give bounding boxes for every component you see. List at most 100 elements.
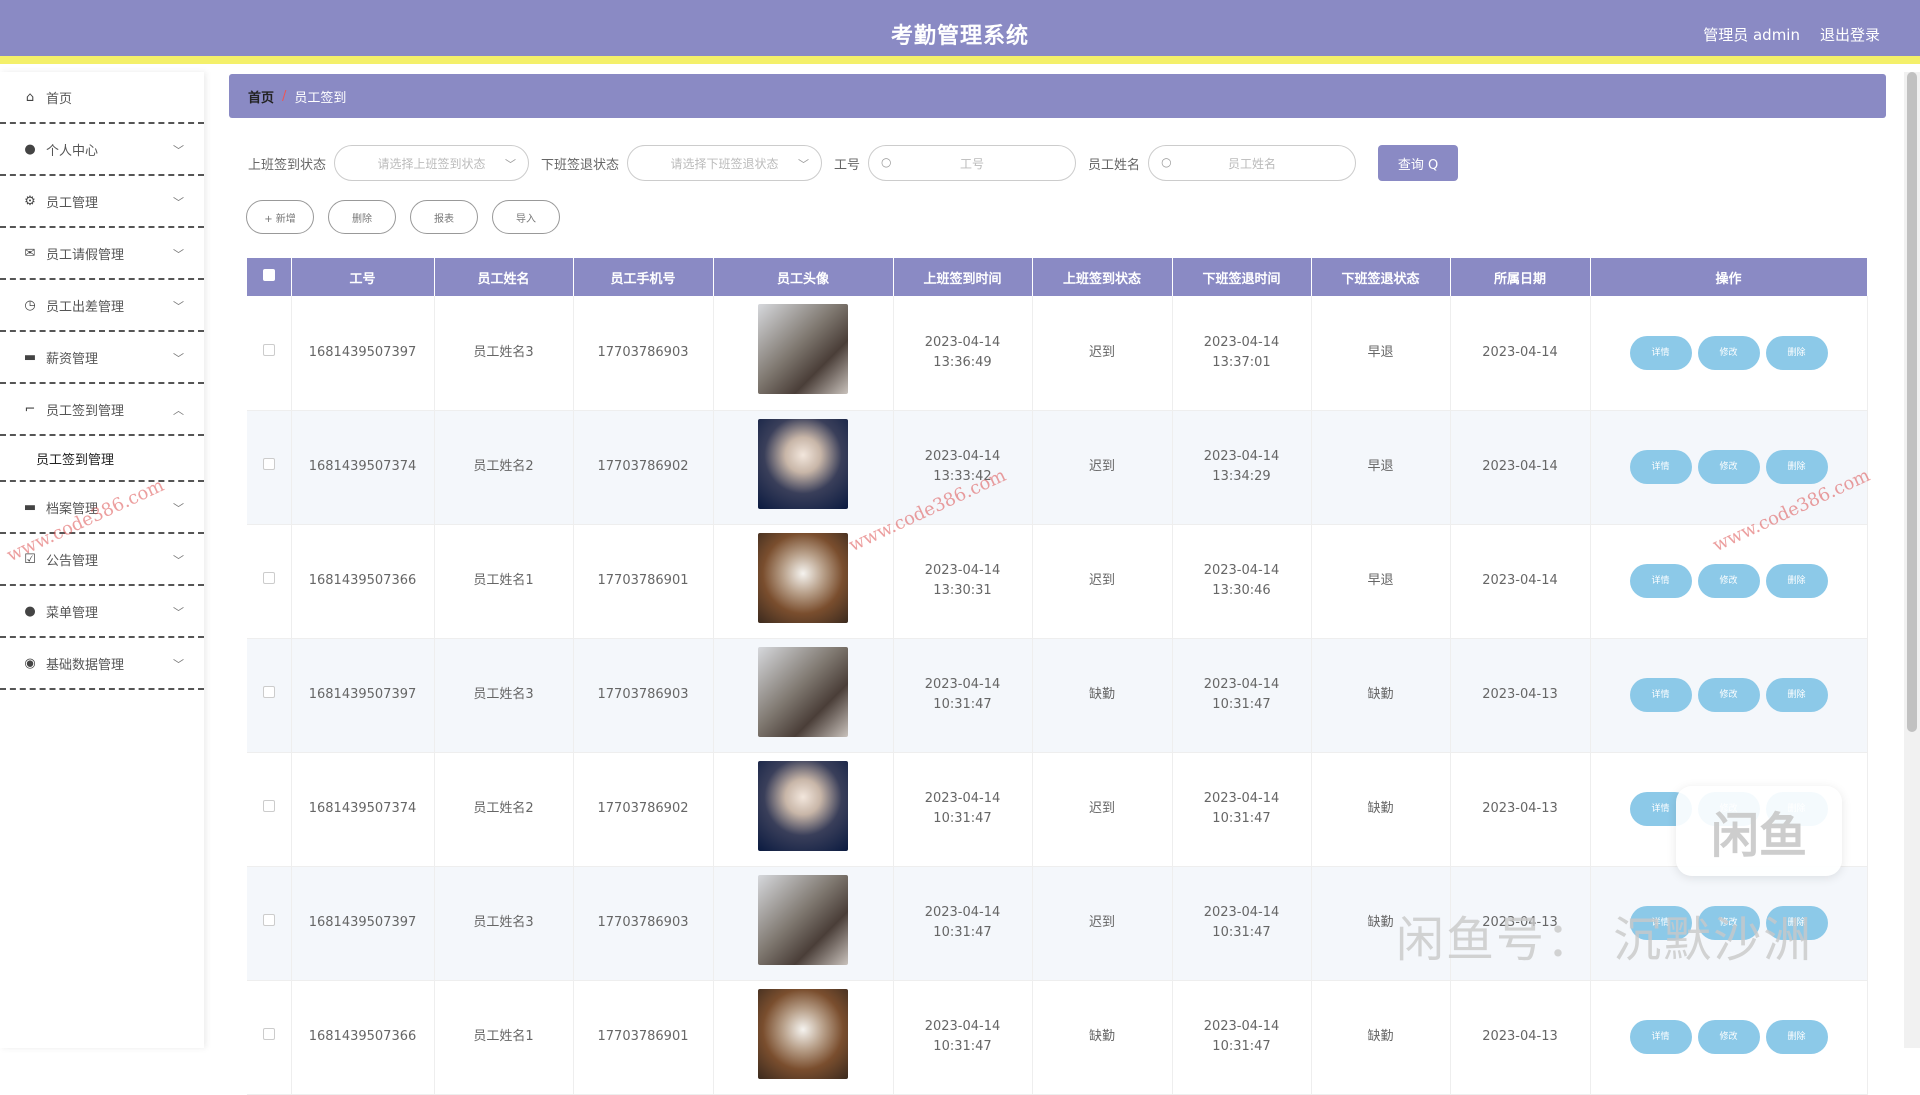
search-icon: ○	[881, 155, 892, 169]
column-header: 员工头像	[713, 258, 894, 296]
employee-no-placeholder: 工号	[960, 156, 985, 171]
checkin-status-cell: 迟到	[1032, 410, 1173, 525]
row-select-cell[interactable]	[247, 752, 292, 867]
detail-button[interactable]: 详情	[1629, 564, 1692, 598]
row-delete-button[interactable]: 删除	[1765, 335, 1828, 370]
edit-button[interactable]: 修改	[1697, 335, 1760, 370]
row-delete-button[interactable]: 删除	[1765, 792, 1828, 826]
row-delete-button[interactable]: 删除	[1765, 1020, 1828, 1054]
home-icon: ⌂	[25, 89, 35, 105]
detail-button[interactable]: 详情	[1629, 335, 1692, 370]
chevron-down-icon: ﹀	[173, 352, 184, 365]
sidebar-item-notice[interactable]: ☑ 公告管理 ﹀	[0, 534, 204, 586]
row-checkbox[interactable]	[262, 343, 275, 356]
query-button[interactable]: 查询 Q	[1378, 145, 1459, 181]
checkout-status-cell: 缺勤	[1311, 752, 1451, 867]
row-select-cell[interactable]	[247, 866, 292, 981]
operations-cell: 详情 修改 删除	[1590, 410, 1868, 525]
row-select-cell[interactable]	[247, 638, 292, 753]
row-checkbox[interactable]	[262, 686, 275, 698]
report-button[interactable]: 报表	[410, 200, 478, 234]
row-select-cell[interactable]	[247, 524, 292, 639]
edit-button[interactable]: 修改	[1697, 792, 1760, 826]
edit-button[interactable]: 修改	[1697, 906, 1760, 940]
row-delete-button[interactable]: 删除	[1765, 564, 1828, 598]
sidebar-subitem-checkin[interactable]: 员工签到管理	[0, 436, 204, 482]
logout-link[interactable]: 退出登录	[1820, 24, 1880, 45]
row-delete-button[interactable]: 删除	[1765, 450, 1828, 484]
checkin-time-cell: 2023-04-14 13:33:42	[893, 410, 1033, 525]
row-checkbox[interactable]	[262, 572, 275, 584]
edit-button[interactable]: 修改	[1697, 450, 1760, 484]
employee-phone-cell: 17703786902	[573, 410, 714, 525]
column-header: 下班签退时间	[1172, 258, 1312, 296]
sidebar-item-salary[interactable]: ▬ 薪资管理 ﹀	[0, 332, 204, 384]
row-checkbox[interactable]	[262, 458, 275, 470]
delete-button[interactable]: 删除	[328, 200, 396, 234]
checkin-status-placeholder: 请选择上班签到状态	[377, 156, 486, 171]
sidebar-item-archive[interactable]: ▬ 档案管理 ﹀	[0, 482, 204, 534]
detail-button[interactable]: 详情	[1629, 1020, 1692, 1054]
edit-button[interactable]: 修改	[1697, 564, 1760, 598]
checkout-status-select[interactable]: 请选择下班签退状态 ﹀	[627, 145, 823, 181]
detail-button[interactable]: 详情	[1629, 450, 1692, 484]
avatar	[758, 304, 848, 395]
avatar-cell	[713, 296, 894, 411]
detail-button[interactable]: 详情	[1629, 792, 1692, 826]
table-row: 1681439507374 员工姓名2 17703786902 2023-04-14 …	[247, 410, 1868, 525]
checkin-status-select[interactable]: 请选择上班签到状态 ﹀	[334, 145, 530, 181]
sidebar-item-home[interactable]: ⌂ 首页	[0, 72, 204, 124]
avatar-cell	[713, 410, 894, 525]
avatar-cell	[713, 752, 894, 867]
column-header: 员工姓名	[434, 258, 574, 296]
detail-button[interactable]: 详情	[1629, 678, 1692, 712]
sidebar-item-staff[interactable]: ⚙ 员工管理 ﹀	[0, 176, 204, 228]
checkin-status-cell: 迟到	[1032, 866, 1173, 981]
employee-name-cell: 员工姓名3	[434, 296, 574, 411]
chevron-down-icon: ﹀	[173, 300, 184, 313]
edit-button[interactable]: 修改	[1697, 1020, 1760, 1054]
employee-name-label: 员工姓名	[1088, 157, 1141, 173]
checkout-time-cell: 2023-04-14 10:31:47	[1172, 866, 1312, 981]
checkout-status-placeholder: 请选择下班签退状态	[670, 156, 779, 171]
employee-name-input[interactable]: ○ 员工姓名	[1148, 145, 1357, 181]
sidebar-item-leave[interactable]: ✉ 员工请假管理 ﹀	[0, 228, 204, 280]
search-bar: 上班签到状态 请选择上班签到状态 ﹀ 下班签退状态 请选择下班签退状态 ﹀ 工号…	[248, 144, 1459, 182]
checkin-status-cell: 迟到	[1032, 752, 1173, 867]
scrollbar-thumb[interactable]	[1907, 72, 1917, 732]
sidebar-item-trip[interactable]: ◷ 员工出差管理 ﹀	[0, 280, 204, 332]
row-delete-button[interactable]: 删除	[1765, 906, 1828, 940]
edit-button[interactable]: 修改	[1697, 678, 1760, 712]
column-header: 所属日期	[1450, 258, 1591, 296]
checkin-time-cell: 2023-04-14 10:31:47	[893, 752, 1033, 867]
sidebar-item-basedata[interactable]: ◉ 基础数据管理 ﹀	[0, 638, 204, 690]
row-select-cell[interactable]	[247, 410, 292, 525]
date-cell: 2023-04-14	[1450, 524, 1591, 639]
row-select-cell[interactable]	[247, 980, 292, 1095]
import-button[interactable]: 导入	[492, 200, 560, 234]
select-all-checkbox[interactable]	[262, 269, 275, 281]
operations-cell: 详情 修改 删除	[1590, 980, 1868, 1095]
sidebar-item-profile[interactable]: ● 个人中心 ﹀	[0, 124, 204, 176]
employee-no-cell: 1681439507366	[291, 524, 435, 639]
breadcrumb-home[interactable]: 首页	[248, 87, 274, 106]
employee-no-input[interactable]: ○ 工号	[868, 145, 1077, 181]
checkin-time-cell: 2023-04-14 10:31:47	[893, 980, 1033, 1095]
row-delete-button[interactable]: 删除	[1765, 678, 1828, 712]
chevron-up-icon: ︿	[173, 404, 184, 417]
checkin-status-cell: 迟到	[1032, 524, 1173, 639]
employee-phone-cell: 17703786901	[573, 524, 714, 639]
row-checkbox[interactable]	[262, 800, 275, 812]
page-scrollbar[interactable]	[1904, 72, 1920, 1048]
date-cell: 2023-04-14	[1450, 410, 1591, 525]
row-select-cell[interactable]	[247, 296, 292, 411]
row-checkbox[interactable]	[262, 914, 275, 926]
detail-button[interactable]: 详情	[1629, 906, 1692, 940]
select-all-cell[interactable]	[247, 258, 292, 296]
sidebar-item-checkin[interactable]: ⌐ 员工签到管理 ︿	[0, 384, 204, 436]
row-checkbox[interactable]	[262, 1028, 275, 1040]
sidebar-item-label: 菜单管理	[46, 605, 99, 621]
employee-name-cell: 员工姓名2	[434, 752, 574, 867]
add-button[interactable]: + 新增	[246, 200, 314, 234]
sidebar-item-menu[interactable]: ● 菜单管理 ﹀	[0, 586, 204, 638]
